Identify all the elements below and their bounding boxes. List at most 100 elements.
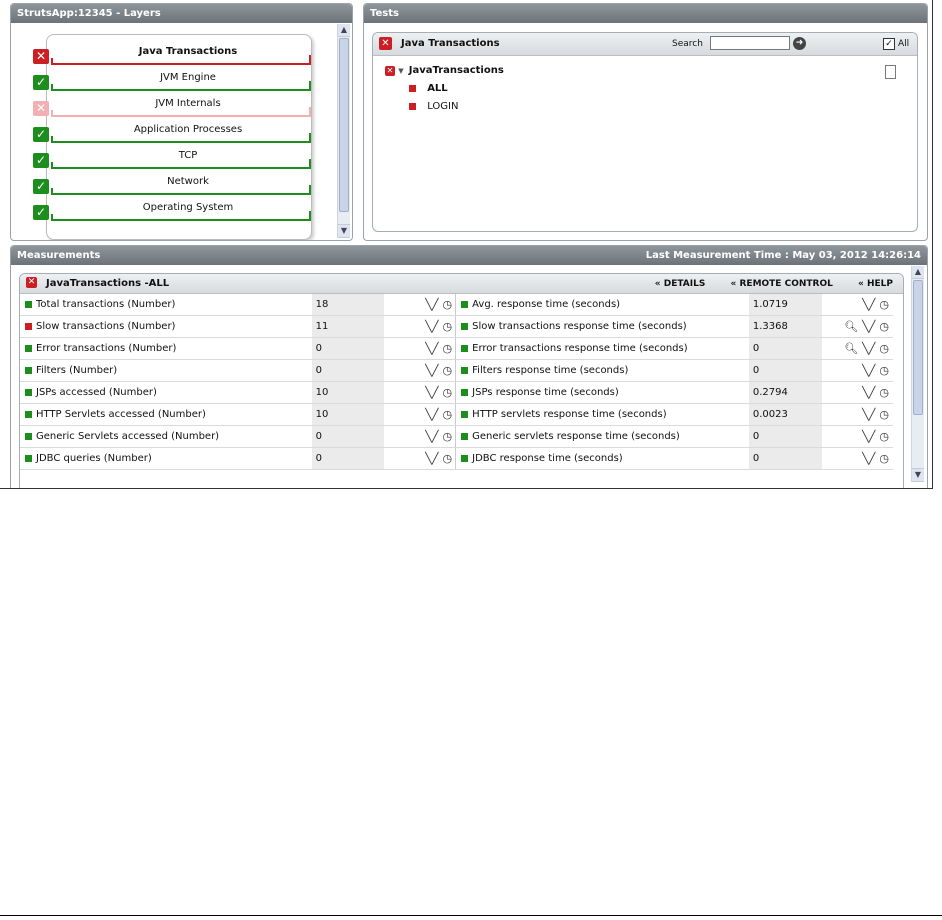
layer-jvm-internals[interactable]: ✕ JVM Internals <box>33 98 333 124</box>
table-row: HTTP Servlets accessed (Number) 10 ╲╱ ◷ HTTP… <box>20 403 893 426</box>
graph-icon[interactable]: ╲╱ <box>425 452 438 465</box>
table-row: Generic Servlets accessed (Number) 0 ╲╱ ◷ Ge… <box>20 425 893 448</box>
measure-value: 0.0023 <box>748 403 822 426</box>
scroll-thumb[interactable] <box>913 280 923 415</box>
graph-icon[interactable]: ╲╱ <box>425 430 438 443</box>
measure-name: JSPs accessed (Number) <box>36 387 157 398</box>
measure-name-cell: JSPs response time (seconds) <box>455 381 749 404</box>
details-link[interactable]: « DETAILS <box>655 279 706 289</box>
clock-icon[interactable]: ◷ <box>879 452 889 465</box>
graph-icon[interactable]: ╲╱ <box>425 386 438 399</box>
layer-network[interactable]: ✓ Network <box>33 176 333 202</box>
tree-root[interactable]: ✕ ▼ JavaTransactions <box>385 65 504 83</box>
clock-icon[interactable]: ◷ <box>879 430 889 443</box>
graph-icon[interactable]: ╲╱ <box>862 452 875 465</box>
layer-operating-system[interactable]: ✓ Operating System <box>33 202 333 228</box>
measure-name: Slow transactions (Number) <box>36 321 176 332</box>
scroll-thumb[interactable] <box>339 38 349 212</box>
app-screenshot: StrutsApp:12345 - Layers ✕ Java Transacti… <box>0 0 933 489</box>
measurements-panel-title: Measurements Last Measurement Time : May… <box>11 246 927 265</box>
measure-value: 0 <box>748 337 822 360</box>
check-icon: ✓ <box>33 127 49 142</box>
graph-icon[interactable]: ╲╱ <box>862 298 875 311</box>
clock-icon[interactable]: ◷ <box>443 408 453 421</box>
status-indicator <box>461 432 469 440</box>
layer-jvm-engine[interactable]: ✓ JVM Engine <box>33 72 333 98</box>
clock-icon[interactable]: ◷ <box>443 320 453 333</box>
table-row: Error transactions (Number) 0 ╲╱ ◷ Error tra… <box>20 337 893 360</box>
help-link[interactable]: « HELP <box>858 279 893 289</box>
scroll-down-arrow-icon[interactable]: ▼ <box>338 224 350 238</box>
graph-icon[interactable]: ╲╱ <box>862 430 875 443</box>
layers-panel: StrutsApp:12345 - Layers ✕ Java Transacti… <box>10 3 353 241</box>
graph-icon[interactable]: ╲╱ <box>425 342 438 355</box>
tree-root-label: JavaTransactions <box>408 65 504 76</box>
measurements-inner-box: ✕ JavaTransactions -ALL « DETAILS « REMO… <box>19 273 904 488</box>
measure-name-cell: Slow transactions (Number) <box>20 315 312 338</box>
tree-item-all[interactable]: ALL <box>385 83 504 101</box>
measurements-scrollbar[interactable]: ▲ ▼ <box>911 266 924 482</box>
graph-icon[interactable]: ╲╱ <box>425 364 438 377</box>
clock-icon[interactable]: ◷ <box>443 298 453 311</box>
measure-name-cell: Filters (Number) <box>20 359 312 382</box>
clock-icon[interactable]: ◷ <box>443 364 453 377</box>
search-input[interactable] <box>710 36 790 50</box>
measure-name-cell: Error transactions (Number) <box>20 337 312 360</box>
graph-icon[interactable]: ╲╱ <box>425 320 438 333</box>
clock-icon[interactable]: ◷ <box>879 364 889 377</box>
clock-icon[interactable]: ◷ <box>879 386 889 399</box>
measure-value: 1.0719 <box>748 294 822 316</box>
layer-tcp[interactable]: ✓ TCP <box>33 150 333 176</box>
measure-value: 0 <box>748 359 822 382</box>
tree-item-login[interactable]: LOGIN <box>385 101 504 119</box>
scroll-up-arrow-icon[interactable]: ▲ <box>912 266 924 279</box>
measure-name-cell: Slow transactions response time (seconds… <box>455 315 749 338</box>
layer-label: Java Transactions <box>138 46 238 57</box>
layer-java-transactions[interactable]: ✕ Java Transactions <box>33 46 333 72</box>
measure-actions: ╲╱ ◷ <box>383 403 457 426</box>
graph-icon[interactable]: ╲╱ <box>862 364 875 377</box>
help-link-label: HELP <box>866 279 893 289</box>
scroll-down-arrow-icon[interactable]: ▼ <box>912 468 924 482</box>
document-icon[interactable] <box>885 65 896 79</box>
zoom-icon[interactable]: 🔍︎ <box>844 342 858 355</box>
scroll-up-arrow-icon[interactable]: ▲ <box>338 24 350 37</box>
graph-icon[interactable]: ╲╱ <box>862 320 875 333</box>
layer-label: Network <box>167 176 209 187</box>
clock-icon[interactable]: ◷ <box>443 386 453 399</box>
layer-connector-cap <box>309 107 311 117</box>
clock-icon[interactable]: ◷ <box>879 342 889 355</box>
zoom-icon[interactable]: 🔍︎ <box>844 320 858 333</box>
search-go-icon[interactable]: ➜ <box>793 37 806 50</box>
measure-name-cell: Total transactions (Number) <box>20 294 312 316</box>
measure-actions: 🔍︎ ╲╱ ◷ <box>821 315 893 338</box>
layers-scrollbar[interactable]: ▲ ▼ <box>337 24 350 238</box>
layer-connector-cap <box>309 211 311 221</box>
layer-connector <box>51 188 311 195</box>
measure-actions: ╲╱ ◷ <box>383 315 457 338</box>
clock-icon[interactable]: ◷ <box>443 342 453 355</box>
measure-name-cell: JSPs accessed (Number) <box>20 381 312 404</box>
graph-icon[interactable]: ╲╱ <box>425 298 438 311</box>
measure-actions: ╲╱ ◷ <box>821 403 893 426</box>
measure-name-cell: Generic servlets response time (seconds) <box>455 425 749 448</box>
clock-icon[interactable]: ◷ <box>443 430 453 443</box>
clock-icon[interactable]: ◷ <box>879 408 889 421</box>
status-indicator <box>461 388 469 396</box>
graph-icon[interactable]: ╲╱ <box>862 408 875 421</box>
clock-icon[interactable]: ◷ <box>443 452 453 465</box>
measure-value: 0 <box>311 359 384 382</box>
graph-icon[interactable]: ╲╱ <box>425 408 438 421</box>
expand-arrow-icon[interactable]: ▼ <box>398 67 403 75</box>
graph-icon[interactable]: ╲╱ <box>862 386 875 399</box>
measure-value: 10 <box>311 403 384 426</box>
clock-icon[interactable]: ◷ <box>879 320 889 333</box>
graph-icon[interactable]: ╲╱ <box>862 342 875 355</box>
remote-control-link[interactable]: « REMOTE CONTROL <box>731 279 833 289</box>
all-checkbox[interactable]: ✓ <box>883 38 895 50</box>
layer-application-processes[interactable]: ✓ Application Processes <box>33 124 333 150</box>
measure-name-cell: HTTP Servlets accessed (Number) <box>20 403 312 426</box>
status-indicator <box>461 366 469 374</box>
measure-actions: ╲╱ ◷ <box>821 381 893 404</box>
clock-icon[interactable]: ◷ <box>879 298 889 311</box>
